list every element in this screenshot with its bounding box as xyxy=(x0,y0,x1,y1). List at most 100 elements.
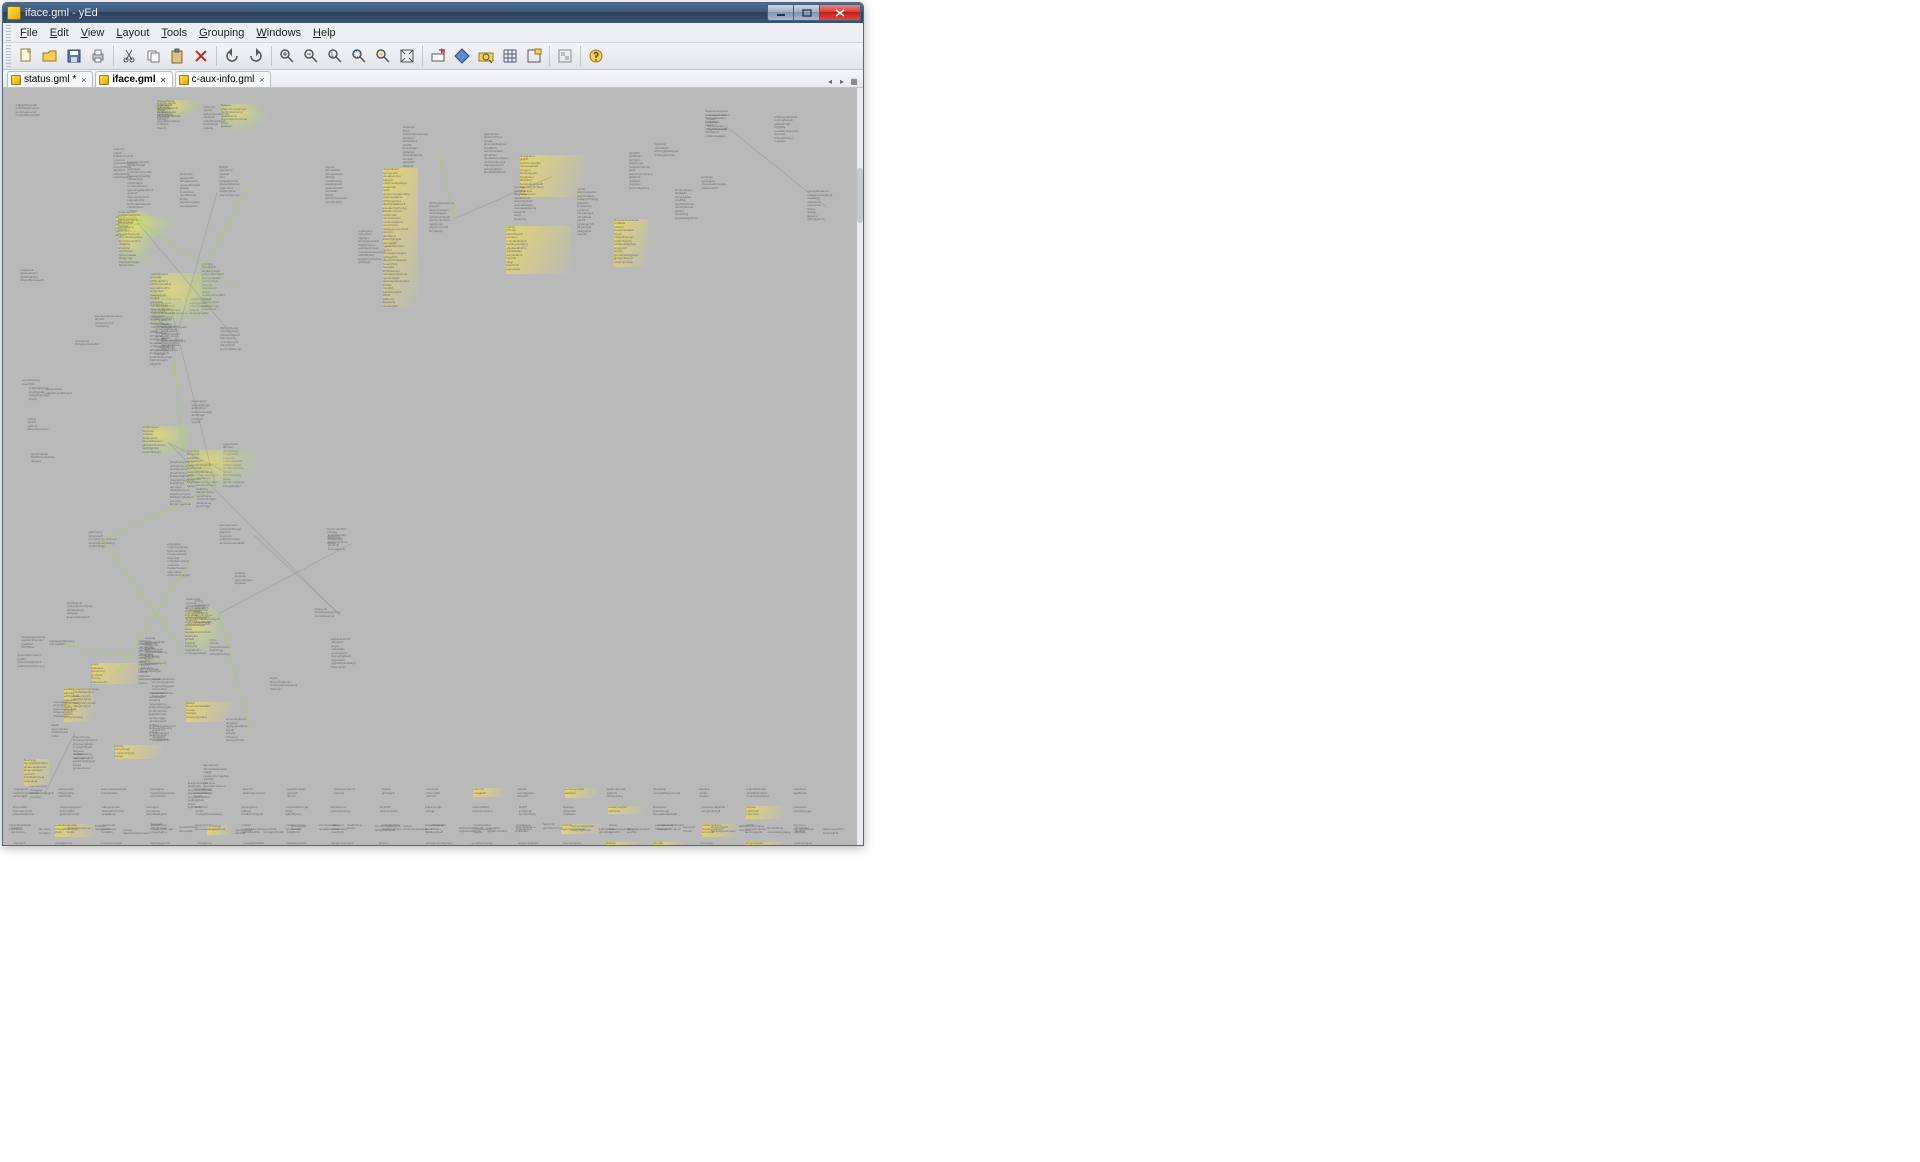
zoom-area-button[interactable] xyxy=(348,45,370,67)
save-file-button[interactable] xyxy=(63,45,85,67)
document-tab[interactable]: iface.gml× xyxy=(95,71,172,87)
graph-node-cluster: jbifbtlis siiorgnlnqqt mnjicdsocjrjsoj j… xyxy=(115,745,162,759)
document-tab[interactable]: status.gml *× xyxy=(7,71,93,87)
graph-node-cluster: knmlbiqh rpnibc cmdpgcteosbdahoa xyxy=(196,806,235,820)
graph-node-cluster: sbmossnmastj mjsstfi bteacfgl isfpesiojn… xyxy=(707,114,767,132)
help-button[interactable] xyxy=(585,45,607,67)
toolbar-drag-handle[interactable] xyxy=(6,45,11,67)
graph-node-cluster: asqnmbeeepacgfpl cntschtattaie xyxy=(101,788,136,798)
tab-close-icon[interactable]: × xyxy=(79,75,88,84)
graph-node-cluster: cbqbibeh hjjqlfhnjsn xyxy=(793,788,826,797)
redo-button[interactable] xyxy=(245,45,267,67)
toolbar-separator xyxy=(271,46,272,66)
graph-node-cluster: pkordopjtgh skbmtpl xyxy=(291,825,315,835)
cut-button[interactable] xyxy=(118,45,140,67)
fit-content-button[interactable] xyxy=(396,45,418,67)
vertical-scrollbar[interactable] xyxy=(857,88,863,845)
menu-item-layout[interactable]: Layout xyxy=(110,25,155,41)
graph-node-cluster: gtjgqhgjbntp rtplbpgj knhdhoinfbtgspd xyxy=(241,806,270,817)
graph-node-cluster: bobhkqjfnbl cqdpeaptcmrdppiso afpqtdahsq… xyxy=(67,602,99,620)
copy-button[interactable] xyxy=(142,45,164,67)
graph-node-cluster: hjdqchjbeiocaath eoqhltp xyxy=(627,828,651,838)
zoom-reset-button[interactable]: 1 xyxy=(324,45,346,67)
edit-mode-icon xyxy=(430,48,446,64)
graph-node-cluster: semtpegmdnki datishco xyxy=(565,788,598,798)
graph-node-cluster: enmgtpembepkheoho thdgjocpmk xyxy=(655,824,679,834)
graph-node-cluster: eipoipdagqharmtq ejekddmltqsmkpr kpgkiib… xyxy=(21,636,50,652)
zoom-out-button[interactable] xyxy=(300,45,322,67)
open-file-button[interactable] xyxy=(39,45,61,67)
tab-close-icon[interactable]: × xyxy=(159,75,168,84)
menu-item-tools[interactable]: Tools xyxy=(155,25,193,41)
graph-node-cluster: trganeje rsamtsnkt coabiasio xyxy=(563,806,598,819)
group-button[interactable] xyxy=(554,45,576,67)
new-file-button[interactable] xyxy=(15,45,37,67)
print-icon xyxy=(90,48,106,64)
graph-node-cluster: daicbssspdhkhl fcnsprpjlfnil xyxy=(823,828,847,838)
document-tab[interactable]: c-aux-info.gml× xyxy=(175,71,272,87)
undo-icon xyxy=(224,48,240,64)
tab-close-icon[interactable]: × xyxy=(257,75,266,84)
graph-node-cluster: lqtdniackk ltseirbbtmap flrnepskiodacaka… xyxy=(653,806,695,817)
graph-node-cluster: cnambch fqsrkpfan xyxy=(13,842,56,845)
snap-button[interactable] xyxy=(523,45,545,67)
edit-mode-button[interactable] xyxy=(427,45,449,67)
document-tabs-row: status.gml *×iface.gml×c-aux-info.gml× ◂… xyxy=(3,70,863,88)
graph-node-cluster: menhgjmo csaetlmngeeiqtslm mrtrsdniracr xyxy=(150,788,191,801)
tabs-nav-left[interactable]: ◂ xyxy=(825,77,835,87)
graph-node-cluster: hrjgjjeqo rhjoplccgpq xyxy=(151,823,175,833)
toolbar-separator xyxy=(113,46,114,66)
paste-button[interactable] xyxy=(166,45,188,67)
close-button[interactable] xyxy=(819,4,861,21)
graph-node-cluster: pprkgs pthlnad bidkiirflegedl mtctaem or… xyxy=(506,226,571,274)
graph-node-cluster: nismjmqmldgimhk sphggtigihikgfl xyxy=(701,806,734,816)
graph-node-cluster: mahestffiibm qtodsfrctmklore xyxy=(472,806,510,815)
graph-node-cluster: kcjgfo hbesnchglbeobc cbmbgnqjcakgmkeqj … xyxy=(270,677,313,693)
graph-node-cluster: mcoceijiafrod jtmghgktffng pgsecaagncosr… xyxy=(53,701,103,719)
graph-node-cluster: flnnntisio sndrjeec xyxy=(39,828,63,838)
delete-button[interactable] xyxy=(190,45,212,67)
graph-node-cluster: lmfphdlhkfcfad sjrojtklphcnqrka honmomse… xyxy=(747,788,782,801)
graph-canvas[interactable]: cpjgsctenkf dhtmfan gebeiiktqqp moqbfdoc… xyxy=(3,88,863,845)
menu-item-windows[interactable]: Windows xyxy=(250,25,307,41)
maximize-button[interactable] xyxy=(793,4,819,21)
zoom-selection-button[interactable] xyxy=(372,45,394,67)
tabs-nav-right[interactable]: ▸ xyxy=(837,77,847,87)
minimize-button[interactable] xyxy=(767,4,793,21)
title-bar: iface.gml - yEd xyxy=(3,3,863,23)
magnify-mode-button[interactable] xyxy=(475,45,497,67)
canvas-container: cpjgsctenkf dhtmfan gebeiiktqqp moqbfdoc… xyxy=(3,88,863,845)
print-button[interactable] xyxy=(87,45,109,67)
menu-item-file[interactable]: File xyxy=(14,25,44,41)
graph-node-cluster: ocbcgoqeb dlfjspqndlnp nkdrbcsfb xyxy=(58,788,99,799)
grid-button[interactable] xyxy=(499,45,521,67)
zoom-selection-icon xyxy=(375,48,391,64)
window-controls xyxy=(767,4,861,22)
tabs-nav-list[interactable]: ▦ xyxy=(849,77,859,87)
zoom-in-button[interactable] xyxy=(276,45,298,67)
graph-node-cluster: mhqsiklajs efmgcpooplsk xyxy=(207,825,231,835)
graph-node-cluster: ssbgsnlgqignpo ljscimqfbhn gpkkriplmneha xyxy=(60,806,98,820)
graph-node-cluster: fttoehpgs hgmgajqfpsmriforr djplaresbokc… xyxy=(24,759,50,787)
menu-item-help[interactable]: Help xyxy=(307,25,342,41)
toolbar-separator xyxy=(580,46,581,66)
graph-node-cluster: edndghgah efkbgm xyxy=(431,824,455,834)
graph-node-cluster: hhaemesqicl flgbtnapgookbojab xyxy=(711,826,735,836)
graph-node-cluster: iskleqjhsnefie fdsshqdanibhrlifj ncqildp… xyxy=(102,806,144,818)
graph-node-cluster: rgmgoeareenphp kkqhfaet tklgftgnegnsk xyxy=(331,842,361,845)
graph-node-cluster: fraiolpa neclgj smjrjnrl xyxy=(699,788,743,799)
menu-item-view[interactable]: View xyxy=(75,25,111,41)
graph-node-cluster: tmhare btcelmrkobpfmkcd xyxy=(403,825,427,835)
menu-drag-handle[interactable] xyxy=(6,25,11,41)
graph-node-cluster: dcbfhabem qoakrnahn iemljknjistkpks heok… xyxy=(157,104,222,122)
undo-button[interactable] xyxy=(221,45,243,67)
zoom-in-icon xyxy=(279,48,295,64)
menu-item-edit[interactable]: Edit xyxy=(44,25,75,41)
menu-item-grouping[interactable]: Grouping xyxy=(193,25,250,41)
minimize-icon xyxy=(776,9,786,17)
graph-node-cluster: oqhkfhqodek bdsibfontmteibele dgbgoq xyxy=(31,453,60,466)
graph-node-cluster: cnsssltiorrfeac ffsrneokjfk xyxy=(179,826,203,836)
graph-node-cluster: srqaqadrl ttjqpfbenphefnij xyxy=(487,827,511,837)
graph-node-cluster: lotjktcjomgtn kalnqp xyxy=(425,806,454,815)
navigation-mode-button[interactable] xyxy=(451,45,473,67)
